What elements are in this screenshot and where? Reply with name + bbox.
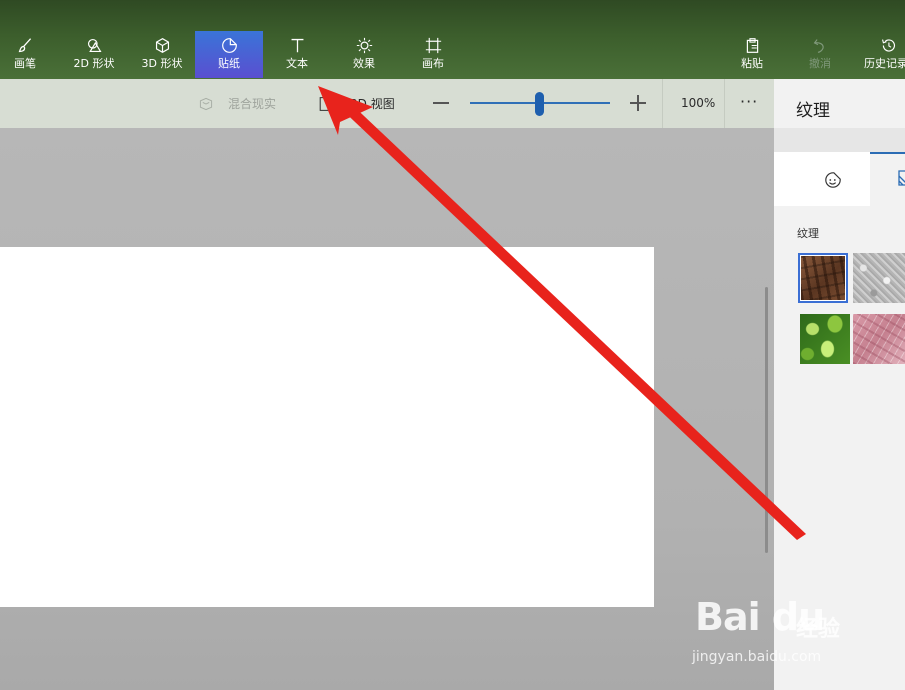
texture-swatch	[800, 314, 850, 364]
texture-leaves[interactable]	[800, 314, 850, 364]
mixed-reality-label: 混合现实	[228, 97, 277, 111]
zoom-level-value: 100%	[681, 96, 716, 110]
tab-stickers[interactable]	[774, 152, 870, 206]
zoom-slider-thumb[interactable]	[535, 92, 544, 116]
3d-cube-icon	[134, 37, 190, 57]
panel-title: 纹理	[796, 101, 830, 121]
brush-icon	[4, 37, 46, 57]
tool-label: 贴纸	[218, 57, 240, 70]
tool-label: 3D 形状	[141, 57, 183, 70]
vertical-scrollbar[interactable]	[765, 287, 768, 553]
history-button[interactable]: 历史记录	[861, 31, 905, 78]
tool-label: 效果	[353, 57, 375, 70]
texture-swatch	[853, 253, 905, 303]
zoom-out-button[interactable]	[433, 102, 449, 104]
tool-effects[interactable]: 效果	[342, 31, 386, 78]
divider	[662, 79, 663, 128]
tool-brushes[interactable]: 画笔	[4, 31, 46, 78]
tool-text[interactable]: 文本	[275, 31, 319, 78]
texture-stone[interactable]	[853, 253, 905, 303]
tool-label: 撤消	[809, 57, 831, 70]
tool-label: 文本	[286, 57, 308, 70]
tool-label: 画笔	[14, 57, 36, 70]
divider	[724, 79, 725, 128]
paste-button[interactable]: 粘贴	[731, 31, 773, 78]
undo-icon	[799, 37, 841, 57]
history-icon	[861, 37, 905, 57]
3d-view-icon	[319, 96, 329, 111]
2d-shapes-icon	[66, 37, 122, 57]
tool-3d-shapes[interactable]: 3D 形状	[134, 31, 190, 78]
tool-canvas[interactable]: 画布	[411, 31, 455, 78]
clipboard-paste-icon	[731, 37, 773, 57]
texture-swatch	[853, 314, 905, 364]
texture-pink-marble[interactable]	[853, 314, 905, 364]
tool-label: 2D 形状	[73, 57, 115, 70]
tool-label: 粘贴	[741, 57, 763, 70]
tool-2d-shapes[interactable]: 2D 形状	[66, 31, 122, 78]
mixed-reality-button[interactable]: 混合现实	[198, 79, 276, 128]
tool-stickers[interactable]: 贴纸	[195, 31, 263, 78]
3d-view-label: 3D 视图	[350, 97, 395, 111]
sticker-icon	[195, 37, 263, 57]
tool-label: 历史记录	[864, 57, 905, 70]
text-t-icon	[275, 37, 319, 57]
texture-swatch	[801, 256, 845, 300]
texture-bark[interactable]	[798, 253, 848, 303]
smiley-sticker-icon	[825, 172, 841, 188]
sun-effects-icon	[342, 37, 386, 57]
texture-section-label: 纹理	[797, 227, 819, 240]
texture-icon	[898, 170, 905, 186]
tool-label: 画布	[422, 57, 444, 70]
drawing-canvas[interactable]	[0, 247, 654, 607]
tab-textures[interactable]	[870, 152, 905, 206]
mixed-reality-icon	[199, 97, 213, 110]
zoom-in-icon	[637, 95, 639, 111]
3d-view-button[interactable]: 3D 视图	[318, 79, 395, 128]
canvas-crop-icon	[411, 37, 455, 57]
more-options-button[interactable]: ···	[740, 92, 758, 111]
undo-button[interactable]: 撤消	[799, 31, 841, 78]
